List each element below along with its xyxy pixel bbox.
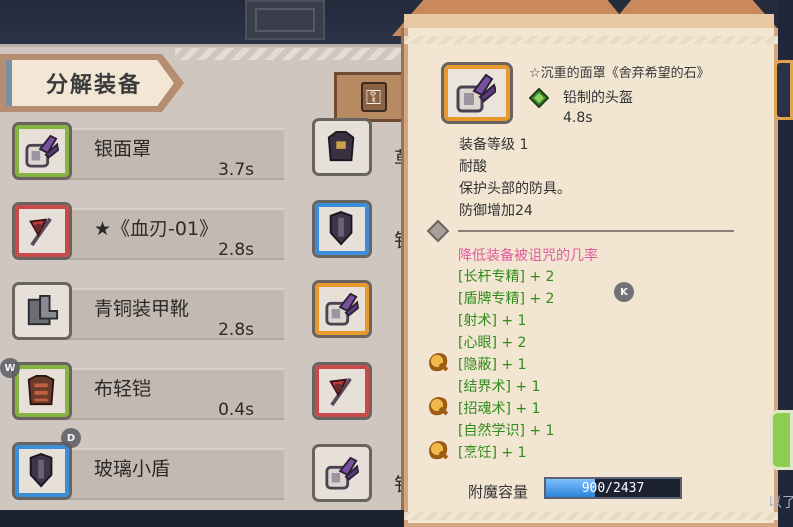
tooltip-trait: 耐酸 xyxy=(459,159,487,175)
tooltip-bonus-line: [烹饪] + 1 xyxy=(458,445,527,461)
tooltip-level: 装备等级 1 xyxy=(459,137,529,153)
skill-swirl-icon xyxy=(429,441,449,461)
green-gem-icon xyxy=(529,88,549,108)
item-name: 布轻铠 xyxy=(94,378,152,400)
panel-title-plate: 分解装备 xyxy=(6,60,174,106)
tooltip-bonus-line: [心眼] + 2 xyxy=(458,335,527,351)
enchant-capacity-value: 900/2437 xyxy=(581,480,645,496)
lock-button[interactable]: ⚿ xyxy=(334,72,410,122)
item-slot[interactable] xyxy=(12,122,72,180)
enchant-capacity-bar: 900/2437 xyxy=(544,477,682,499)
item-slot[interactable] xyxy=(12,362,72,420)
skill-swirl-icon xyxy=(429,397,449,417)
item-salvage-time: 0.4s xyxy=(218,400,254,420)
key-hint-d: D xyxy=(61,428,81,448)
tooltip-item-title: ☆沉重的面罩《舍弃希望的石》 xyxy=(529,66,710,81)
tooltip-curse-effect: 降低装备被诅咒的几率 xyxy=(458,248,598,264)
item-slot-right[interactable] xyxy=(312,362,374,420)
item-slot[interactable] xyxy=(312,118,372,176)
item-salvage-time: 2.8s xyxy=(218,320,254,340)
enchant-capacity-label: 附魔容量 xyxy=(468,483,529,501)
unlock-icon: ⚿ xyxy=(360,82,387,112)
panel-border-pattern xyxy=(175,48,415,60)
item-row[interactable]: 银面罩 3.7s xyxy=(12,118,284,180)
item-name: 青铜装甲靴 xyxy=(94,298,190,320)
item-salvage-time: 3.7s xyxy=(218,160,254,180)
skill-swirl-icon xyxy=(429,353,449,373)
item-name: 玻璃小盾 xyxy=(94,458,171,480)
item-slot[interactable] xyxy=(12,442,72,500)
tooltip-bonus-line: [长杆专精] + 2 xyxy=(458,269,555,285)
tooltip-bonus-line: [结界术] + 1 xyxy=(458,379,541,395)
tooltip-bonus-line: [隐蔽] + 1 xyxy=(458,357,527,373)
item-slot[interactable] xyxy=(312,444,372,502)
item-row[interactable]: ★《血刃-01》 2.8s xyxy=(12,198,284,260)
tooltip-item-slot xyxy=(441,62,513,124)
item-slot[interactable] xyxy=(312,280,372,338)
item-slot-right[interactable] xyxy=(312,118,374,176)
tooltip-item-type: 铅制的头盔 xyxy=(563,90,633,106)
item-salvage-time: 2.8s xyxy=(218,240,254,260)
item-name: 银面罩 xyxy=(94,138,152,160)
item-slot[interactable] xyxy=(312,200,372,258)
item-slot[interactable] xyxy=(312,362,372,420)
tooltip-defense: 防御增加24 xyxy=(459,203,533,219)
item-slot[interactable] xyxy=(12,282,72,340)
tooltip-bonus-line: [射术] + 1 xyxy=(458,313,527,329)
item-name: ★《血刃-01》 xyxy=(94,218,219,240)
item-row[interactable]: 青铜装甲靴 2.8s xyxy=(12,278,284,340)
key-hint-k: K xyxy=(614,282,634,302)
item-slot-right[interactable] xyxy=(312,200,374,258)
side-tab-button[interactable] xyxy=(774,60,793,120)
right-edge-text: 以了 xyxy=(768,495,793,511)
item-slot-right[interactable] xyxy=(312,280,374,338)
tooltip-divider xyxy=(458,230,734,232)
panel-title: 分解装备 xyxy=(46,73,143,98)
item-row[interactable]: 玻璃小盾 xyxy=(12,438,284,500)
helmet-mask-icon xyxy=(456,73,496,113)
background-crate xyxy=(245,0,325,40)
tooltip-border-pattern-bottom xyxy=(404,512,778,520)
bottom-edge xyxy=(0,510,404,527)
tooltip-description: 保护头部的防具。 xyxy=(459,181,571,197)
item-row[interactable]: 布轻铠 0.4s xyxy=(12,358,284,420)
tooltip-border-pattern xyxy=(404,36,778,44)
item-slot-right[interactable] xyxy=(312,444,374,502)
tooltip-bonus-line: [盾牌专精] + 2 xyxy=(458,291,555,307)
tooltip-item-time: 4.8s xyxy=(563,110,593,126)
panel-title-edge xyxy=(6,60,12,106)
tooltip-bonus-line: [招魂术] + 1 xyxy=(458,401,541,417)
item-slot[interactable] xyxy=(12,202,72,260)
confirm-side-button[interactable] xyxy=(770,410,793,470)
tooltip-bonus-line: [自然学识] + 1 xyxy=(458,423,555,439)
key-hint-w: W xyxy=(0,358,20,378)
